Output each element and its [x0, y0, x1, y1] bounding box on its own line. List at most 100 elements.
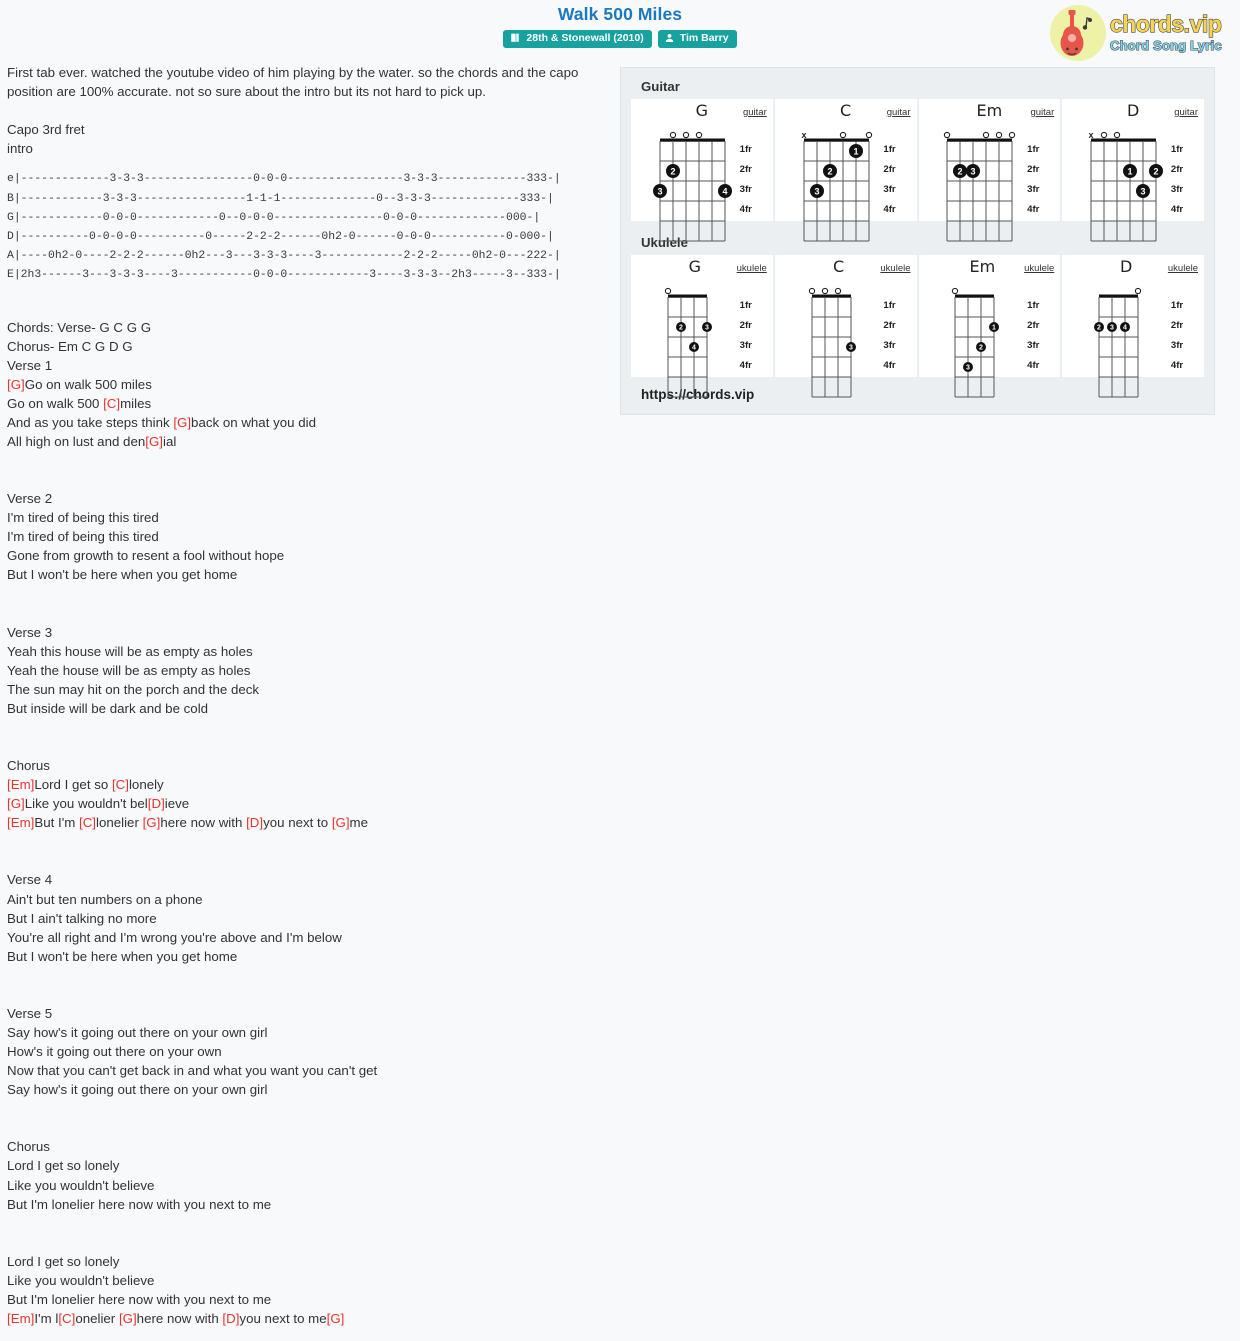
- lyric-line: Yeah the house will be as empty as holes: [7, 661, 607, 680]
- fret-labels: 1fr 2fr 3fr 4fr: [883, 295, 895, 375]
- lyric-line: You're all right and I'm wrong you're ab…: [7, 928, 607, 947]
- lyrics-section-chorus-3: Lord I get so lonely Like you wouldn't be…: [7, 1252, 607, 1328]
- fretboard-svg: x321: [801, 130, 872, 242]
- chords-summary: Chords: Verse- G C G G Chorus- Em C G D …: [7, 319, 152, 354]
- album-badge[interactable]: 28th & Stonewall (2010): [503, 30, 652, 48]
- svg-text:3: 3: [1141, 186, 1146, 196]
- chord-marker[interactable]: [Em]: [7, 1311, 34, 1326]
- svg-text:3: 3: [705, 325, 709, 332]
- lyric-text: But I'm lonelier here now with you next …: [7, 1196, 272, 1212]
- svg-text:2: 2: [679, 325, 683, 332]
- user-icon: [665, 34, 673, 43]
- chord-marker[interactable]: [C]: [58, 1311, 75, 1326]
- lyric-text: back on what you did: [191, 414, 316, 430]
- chord-diagrams-column: Guitar Gguitar 3 2 4 1fr 2fr 3fr 4fr Cguitar x 3 2 1 1…: [620, 67, 1235, 415]
- site-logo[interactable]: chords.vip Chord Song Lyric: [1046, 4, 1236, 62]
- fret-label: 1fr: [1027, 300, 1040, 311]
- chord-marker[interactable]: [G]: [143, 815, 161, 830]
- instrument-label[interactable]: guitar: [1030, 107, 1054, 118]
- chord-marker[interactable]: [C]: [79, 815, 96, 830]
- lyric-line: But I'm lonelier here now with you next …: [7, 1290, 607, 1309]
- lyrics-section-verse-4: Verse 4 Ain't but ten numbers on a phone B…: [7, 870, 607, 965]
- chord-marker[interactable]: [G]: [327, 1311, 345, 1326]
- chord-marker[interactable]: [C]: [103, 396, 120, 411]
- fret-label: 4fr: [1170, 204, 1184, 215]
- lyric-line: How's it going out there on your own: [7, 1042, 607, 1061]
- fret-label: 1fr: [1027, 144, 1040, 155]
- fret-labels: 1fr 2fr 3fr 4fr: [740, 295, 752, 375]
- fret-label: 2fr: [883, 320, 896, 331]
- chord-marker[interactable]: [D]: [246, 815, 263, 830]
- chord-diagram-guitar-C[interactable]: Cguitar x 3 2 1 1fr 2fr 3fr 4fr: [774, 99, 919, 242]
- chord-marker[interactable]: [C]: [112, 777, 129, 792]
- artist-badge[interactable]: Tim Barry: [657, 30, 737, 48]
- chord-marker[interactable]: [G]: [7, 377, 25, 392]
- lyric-text: Like you wouldn't bel: [24, 796, 148, 812]
- svg-text:2: 2: [827, 166, 832, 176]
- chord-marker[interactable]: [G]: [332, 815, 350, 830]
- chord-marker[interactable]: [G]: [119, 1311, 137, 1326]
- fret-label: 4fr: [1027, 360, 1040, 371]
- logo-tagline: Chord Song Lyric: [1109, 37, 1222, 53]
- fret-label: 3fr: [883, 340, 896, 351]
- lyric-text: Lord I get so: [34, 777, 112, 793]
- lyric-text: I'm tired of being this tired: [7, 529, 159, 545]
- lyric-text: Yeah this house will be as empty as hole…: [7, 643, 253, 659]
- instrument-label[interactable]: guitar: [743, 107, 767, 118]
- fret-label: 2fr: [739, 320, 752, 331]
- fret-label: 4fr: [1170, 360, 1184, 371]
- lyric-text: lonely: [128, 777, 164, 793]
- lyric-text: Like you wouldn't believe: [7, 1177, 155, 1193]
- instrument-label[interactable]: ukulele: [1168, 263, 1198, 274]
- tab-column: First tab ever. watched the youtube vide…: [7, 63, 607, 1328]
- lyric-line: But I ain't talking no more: [7, 909, 607, 928]
- fret-label: 1fr: [739, 144, 752, 155]
- lyric-line: Go on walk 500 [C]miles: [7, 394, 607, 413]
- chord-diagram-guitar-Em[interactable]: Em guitar 2 3 1fr 2fr 3fr 4fr: [918, 99, 1063, 242]
- fret-label: 1fr: [883, 300, 896, 311]
- fret-label: 3fr: [739, 184, 752, 195]
- chord-marker[interactable]: [G]: [145, 434, 163, 449]
- instrument-label[interactable]: guitar: [1174, 107, 1198, 118]
- diagram-row-ukulele: Gukulele 2 3 4 1fr 2fr 3fr 4fr Cukulele 3 1fr 2fr 3f…: [631, 255, 1204, 398]
- chord-diagram-guitar-G[interactable]: Gguitar 3 2 4 1fr 2fr 3fr 4fr: [631, 99, 775, 242]
- diagram-header: Cukulele: [775, 259, 917, 281]
- fretboard: 2 3 4 1fr 2fr 3fr 4fr: [650, 281, 754, 398]
- chord-diagram-guitar-D[interactable]: Dguitar x 1 2 3 1fr 2fr 3fr 4fr: [1062, 99, 1204, 242]
- lyric-line: But I won't be here when you get home: [7, 565, 607, 584]
- lyric-text: miles: [120, 395, 152, 411]
- fret-label: 3fr: [1170, 184, 1184, 195]
- lyric-text: me: [349, 815, 369, 831]
- fretboard-svg: 23: [944, 131, 1016, 242]
- lyric-line: Like you wouldn't believe: [7, 1176, 607, 1195]
- lyric-text: But inside will be dark and be cold: [7, 700, 209, 716]
- fretboard: x 3 2 1 1fr 2fr 3fr 4fr: [794, 125, 898, 242]
- lyric-line: But I won't be here when you get home: [7, 947, 607, 966]
- page-header: Walk 500 Miles 28th & Stonewall (2010) T…: [0, 0, 1240, 61]
- chord-marker[interactable]: [G]: [173, 415, 191, 430]
- diagram-header: Cguitar: [775, 103, 917, 125]
- chord-diagram-ukulele-D[interactable]: Dukulele 2 3 4 1fr 2fr 3fr 4fr: [1062, 255, 1204, 398]
- svg-text:2: 2: [979, 345, 983, 352]
- chord-diagram-ukulele-Em[interactable]: Em ukulele 1 2 3 1fr 2fr 3fr 4fr: [918, 255, 1063, 398]
- lyrics-section-chorus-2: Chorus Lord I get so lonely Like you would…: [7, 1137, 607, 1213]
- chord-diagram-ukulele-G[interactable]: Gukulele 2 3 4 1fr 2fr 3fr 4fr: [631, 255, 775, 398]
- page-content: First tab ever. watched the youtube vide…: [0, 58, 1240, 1341]
- chord-marker[interactable]: [D]: [148, 796, 165, 811]
- instrument-label[interactable]: guitar: [887, 107, 911, 118]
- lyric-text: Lord I get so lonely: [7, 1253, 120, 1269]
- lyric-text: you next to: [263, 815, 332, 831]
- diagram-row-guitar: Gguitar 3 2 4 1fr 2fr 3fr 4fr Cguitar x 3 2 1 1fr 2fr 3…: [631, 99, 1204, 242]
- fret-label: 2fr: [1027, 320, 1040, 331]
- lyric-text: you next to me: [239, 1311, 327, 1326]
- lyric-text: But I won't be here when you get home: [7, 948, 238, 964]
- chord-diagram-ukulele-C[interactable]: Cukulele 3 1fr 2fr 3fr 4fr: [774, 255, 919, 398]
- svg-text:3: 3: [966, 365, 970, 372]
- lyric-text: But I ain't talking no more: [7, 910, 157, 926]
- chord-marker[interactable]: [Em]: [7, 777, 34, 792]
- chord-marker[interactable]: [Em]: [7, 815, 34, 830]
- lyric-text: Gone from growth to resent a fool withou…: [7, 548, 285, 564]
- diagram-header: Dguitar: [1062, 103, 1204, 125]
- chord-marker[interactable]: [G]: [7, 796, 25, 811]
- chord-marker[interactable]: [D]: [222, 1311, 239, 1326]
